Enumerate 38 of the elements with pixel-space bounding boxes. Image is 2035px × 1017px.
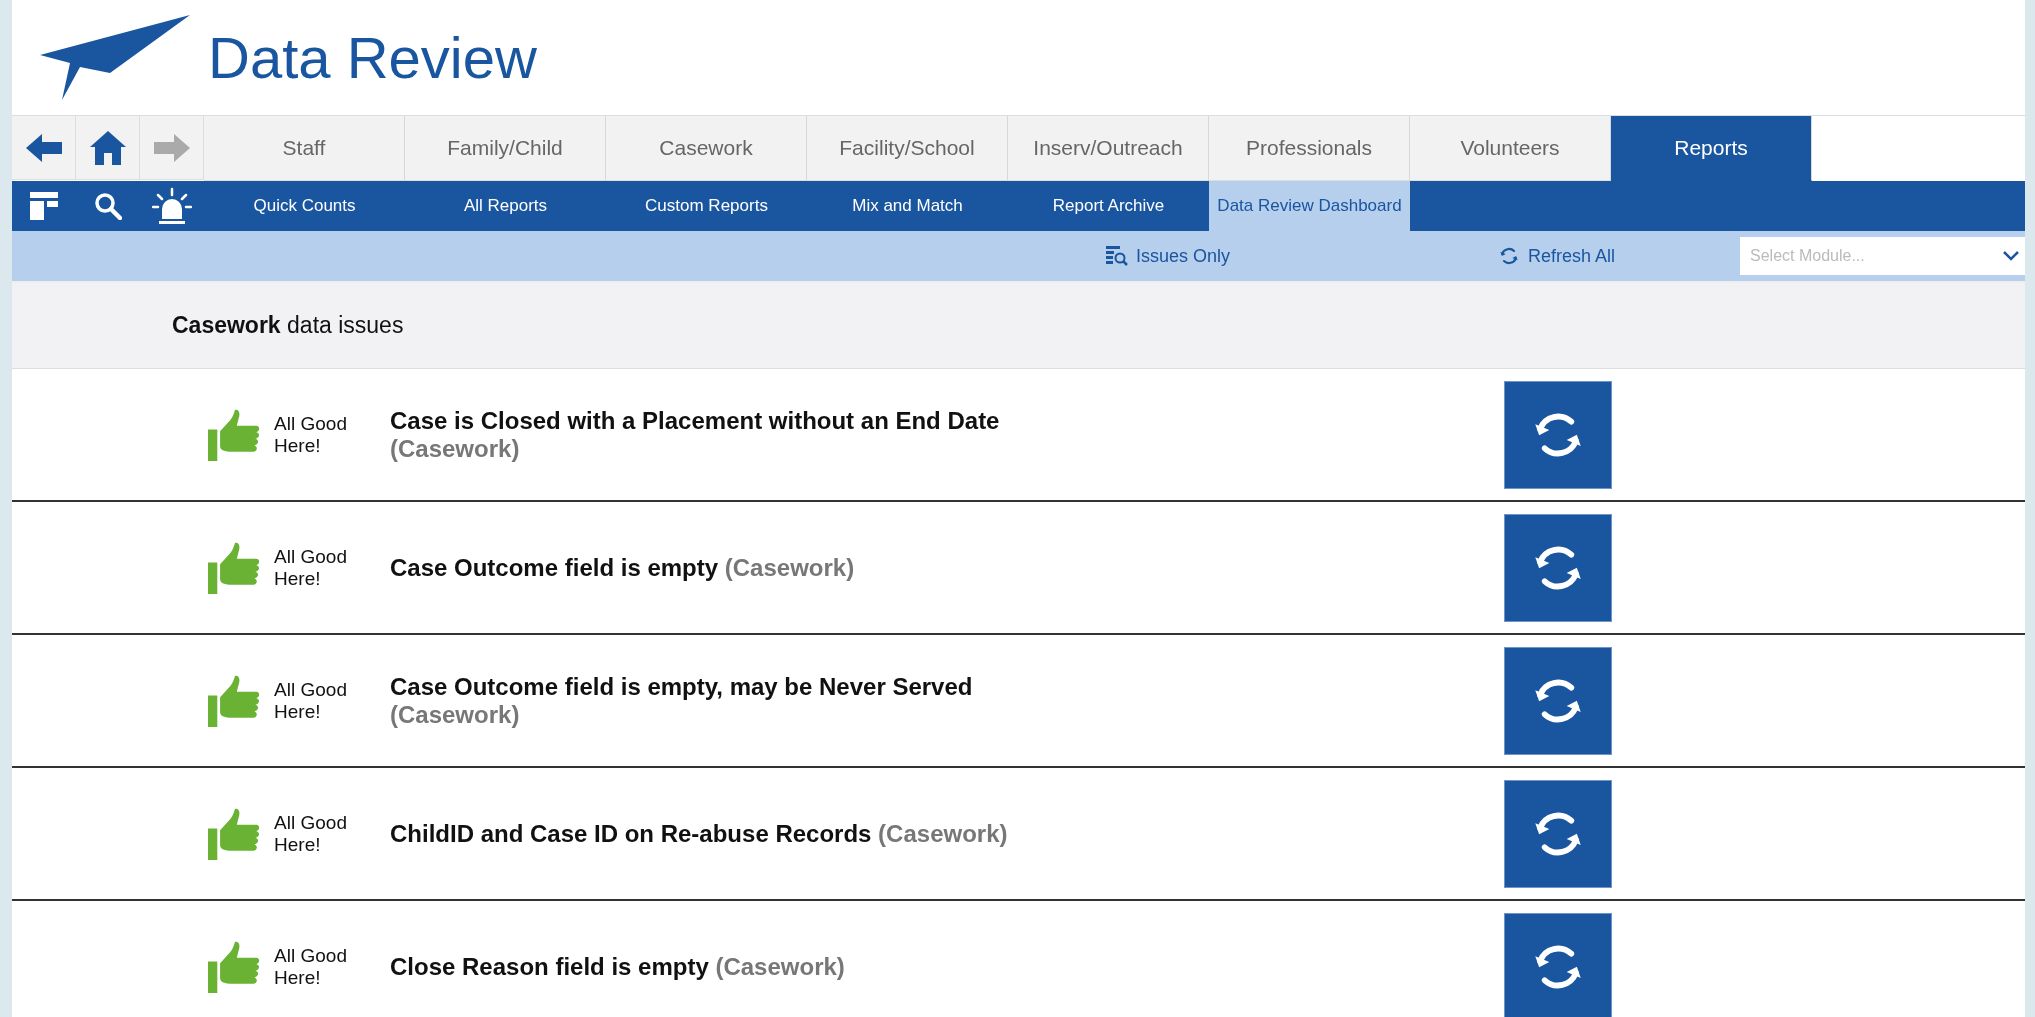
issue-title: Case Outcome field is empty, may be Never Served (Casework) <box>390 672 974 729</box>
list-search-icon <box>1106 246 1128 266</box>
alarm-light-icon[interactable] <box>152 187 192 225</box>
page-title: Data Review <box>208 24 537 91</box>
status-text: All Good Here! <box>274 545 348 590</box>
issue-title: Case Outcome field is empty (Casework) <box>390 553 856 582</box>
home-button[interactable] <box>76 116 140 180</box>
status-text: All Good Here! <box>274 811 348 856</box>
nav-tab[interactable]: Inserv/Outreach <box>1008 116 1209 181</box>
search-icon[interactable] <box>94 192 122 220</box>
refresh-button[interactable] <box>1504 779 1612 888</box>
home-icon <box>89 130 126 165</box>
status-text: All Good Here! <box>274 678 348 723</box>
report-tab[interactable]: Data Review Dashboard <box>1209 181 1410 231</box>
nav-tab[interactable]: Family/Child <box>405 116 606 181</box>
status-text: All Good Here! <box>274 412 348 457</box>
nav-tab[interactable]: Reports <box>1611 116 1812 181</box>
arrow-right-icon <box>153 133 190 162</box>
issue-title: ChildID and Case ID on Re-abuse Records (Casework) <box>390 819 1009 848</box>
section-title: Casework data issues <box>172 312 404 339</box>
back-button[interactable] <box>12 116 76 180</box>
arrow-left-icon <box>25 133 62 162</box>
issues-only-button[interactable]: Issues Only <box>1100 241 1237 271</box>
nav-tab[interactable]: Facility/School <box>807 116 1008 181</box>
nav-tab[interactable]: Staff <box>204 116 405 181</box>
nav-tab[interactable]: Professionals <box>1209 116 1410 181</box>
chevron-down-icon <box>2003 251 2019 261</box>
layout-icon[interactable] <box>30 192 58 220</box>
issue-title: Case is Closed with a Placement without an End Date (Casework) <box>390 406 1001 463</box>
refresh-button[interactable] <box>1504 912 1612 1017</box>
refresh-button[interactable] <box>1504 513 1612 622</box>
refresh-all-button[interactable]: Refresh All <box>1492 241 1622 271</box>
status-text: All Good Here! <box>274 944 348 989</box>
refresh-button[interactable] <box>1504 380 1612 489</box>
issue-title: Close Reason field is empty (Casework) <box>390 952 846 981</box>
nav-tab[interactable]: Volunteers <box>1410 116 1611 181</box>
nav-tab[interactable]: Casework <box>606 116 807 181</box>
refresh-button[interactable] <box>1504 646 1612 755</box>
